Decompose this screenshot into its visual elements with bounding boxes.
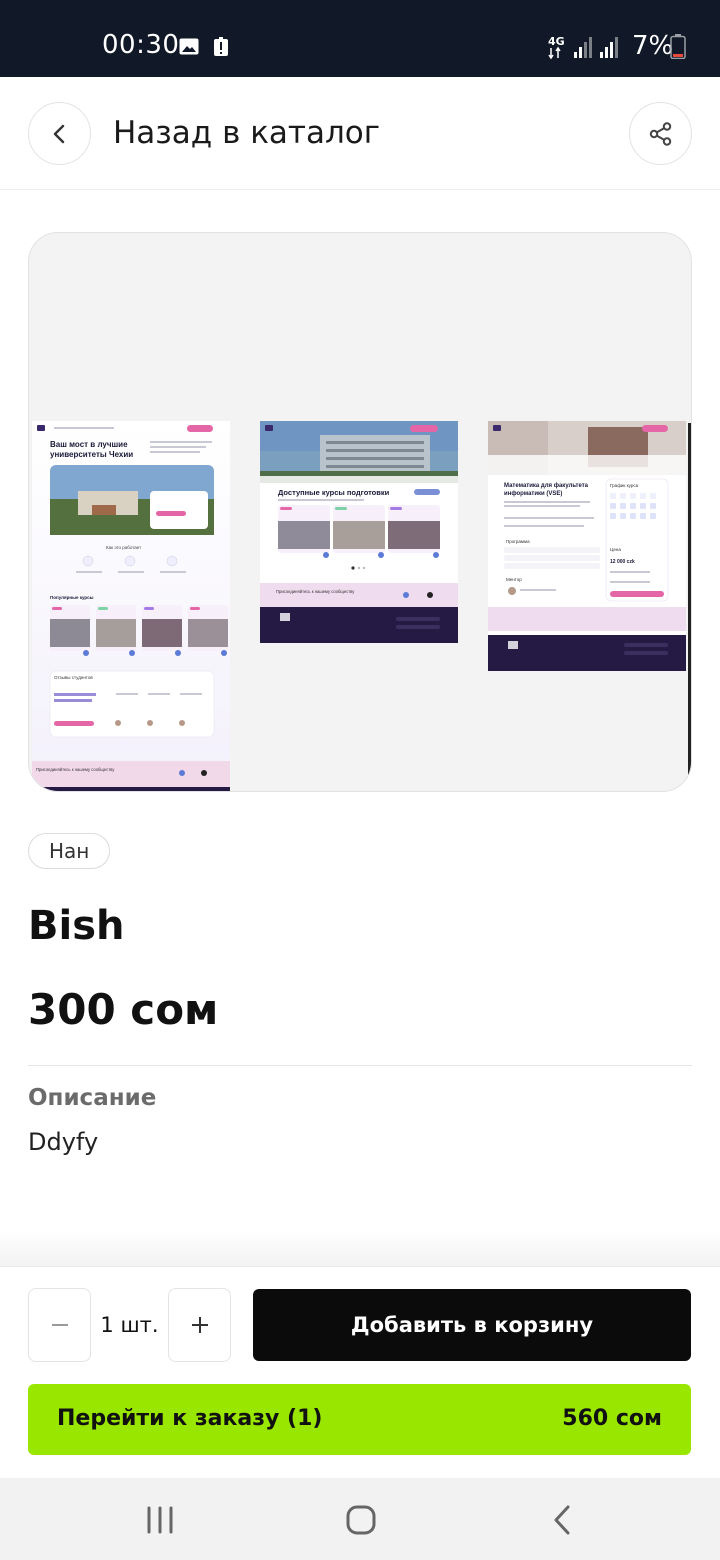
slide3-price-value: 12 000 czk [610,559,635,565]
gallery-slide-1[interactable]: Ваш мост в лучшие университеты Чехии Как… [32,421,230,791]
slide1-footer-band: Присоединяйтесь к нашему сообществу [36,767,115,772]
battery-icon [670,34,686,59]
slide3-program-label: Программа [506,539,530,544]
cart-action-panel: 1 шт. Добавить в корзину Перейти к заказ… [0,1266,720,1478]
home-icon[interactable] [341,1500,381,1540]
slide3-heading-line1: Математика для факультета [504,482,589,489]
description-text: Ddyfy [28,1128,99,1156]
website-mockup-home: Ваш мост в лучшие университеты Чехии Как… [32,425,230,791]
product-title: Bish [28,903,125,949]
product-image-gallery[interactable]: Ваш мост в лучшие университеты Чехии Как… [28,232,692,792]
status-bar: 00:30 4G 7% [0,0,720,77]
slide1-section-courses: Популярные курсы [50,595,94,600]
recent-apps-icon[interactable] [140,1500,180,1540]
slide3-heading-line2: информатики (VSE) [504,490,562,497]
checkout-button[interactable]: Перейти к заказу (1) 560 сом [28,1384,691,1455]
chevron-left-icon [53,124,64,143]
divider [28,1065,692,1066]
slide3-price-label: Цена [610,547,621,552]
website-mockup-courses: Доступные курсы подготовки Присоединяйте… [260,421,458,643]
gallery-slide-3[interactable]: Математика для факультета информатики (V… [488,421,686,671]
system-nav-bar [0,1478,720,1560]
minus-icon [51,1324,68,1326]
plus-icon [191,1317,208,1333]
status-time: 00:30 [102,30,180,60]
share-icon [649,121,671,146]
share-button[interactable] [629,102,692,165]
back-button[interactable] [28,102,91,165]
quantity-increase-button[interactable] [168,1288,231,1362]
slide1-heading-line2: университеты Чехии [50,450,133,459]
slide2-footer-band: Присоединяйтесь к нашему сообществу [276,589,355,594]
checkout-total: 560 сом [562,1406,662,1431]
app-header: Назад в каталог [0,77,720,190]
description-label: Описание [28,1085,157,1111]
gallery-strip: Ваш мост в лучшие университеты Чехии Как… [29,421,691,791]
panel-shadow [0,1230,720,1266]
product-price: 300 сом [28,985,219,1034]
slide1-section-reviews: Отзывы студентов [54,675,93,680]
back-icon[interactable] [543,1500,583,1540]
checkout-label: Перейти к заказу (1) [57,1406,323,1431]
alert-icon [214,37,228,56]
quantity-decrease-button[interactable] [28,1288,91,1362]
image-icon [179,38,199,55]
signal-icon: 4G [548,35,618,60]
page-title[interactable]: Назад в каталог [113,115,380,151]
gallery-scrollbar[interactable] [688,423,691,791]
website-mockup-course-detail: Математика для факультета информатики (V… [488,421,686,671]
slide3-side-title: График курса [610,483,639,488]
battery-percent: 7% [632,31,674,61]
slide1-heading-line1: Ваш мост в лучшие [50,440,128,449]
quantity-value: 1 шт. [100,1313,159,1337]
gallery-slide-2[interactable]: Доступные курсы подготовки Присоединяйте… [260,421,458,643]
svg-text:4G: 4G [548,35,565,48]
slide3-mentor-label: Ментор [506,577,522,582]
add-to-cart-button[interactable]: Добавить в корзину [253,1289,691,1361]
slide2-heading: Доступные курсы подготовки [278,488,390,497]
category-tag[interactable]: Нан [28,833,111,869]
slide1-section-how: Как это работает [106,545,141,550]
